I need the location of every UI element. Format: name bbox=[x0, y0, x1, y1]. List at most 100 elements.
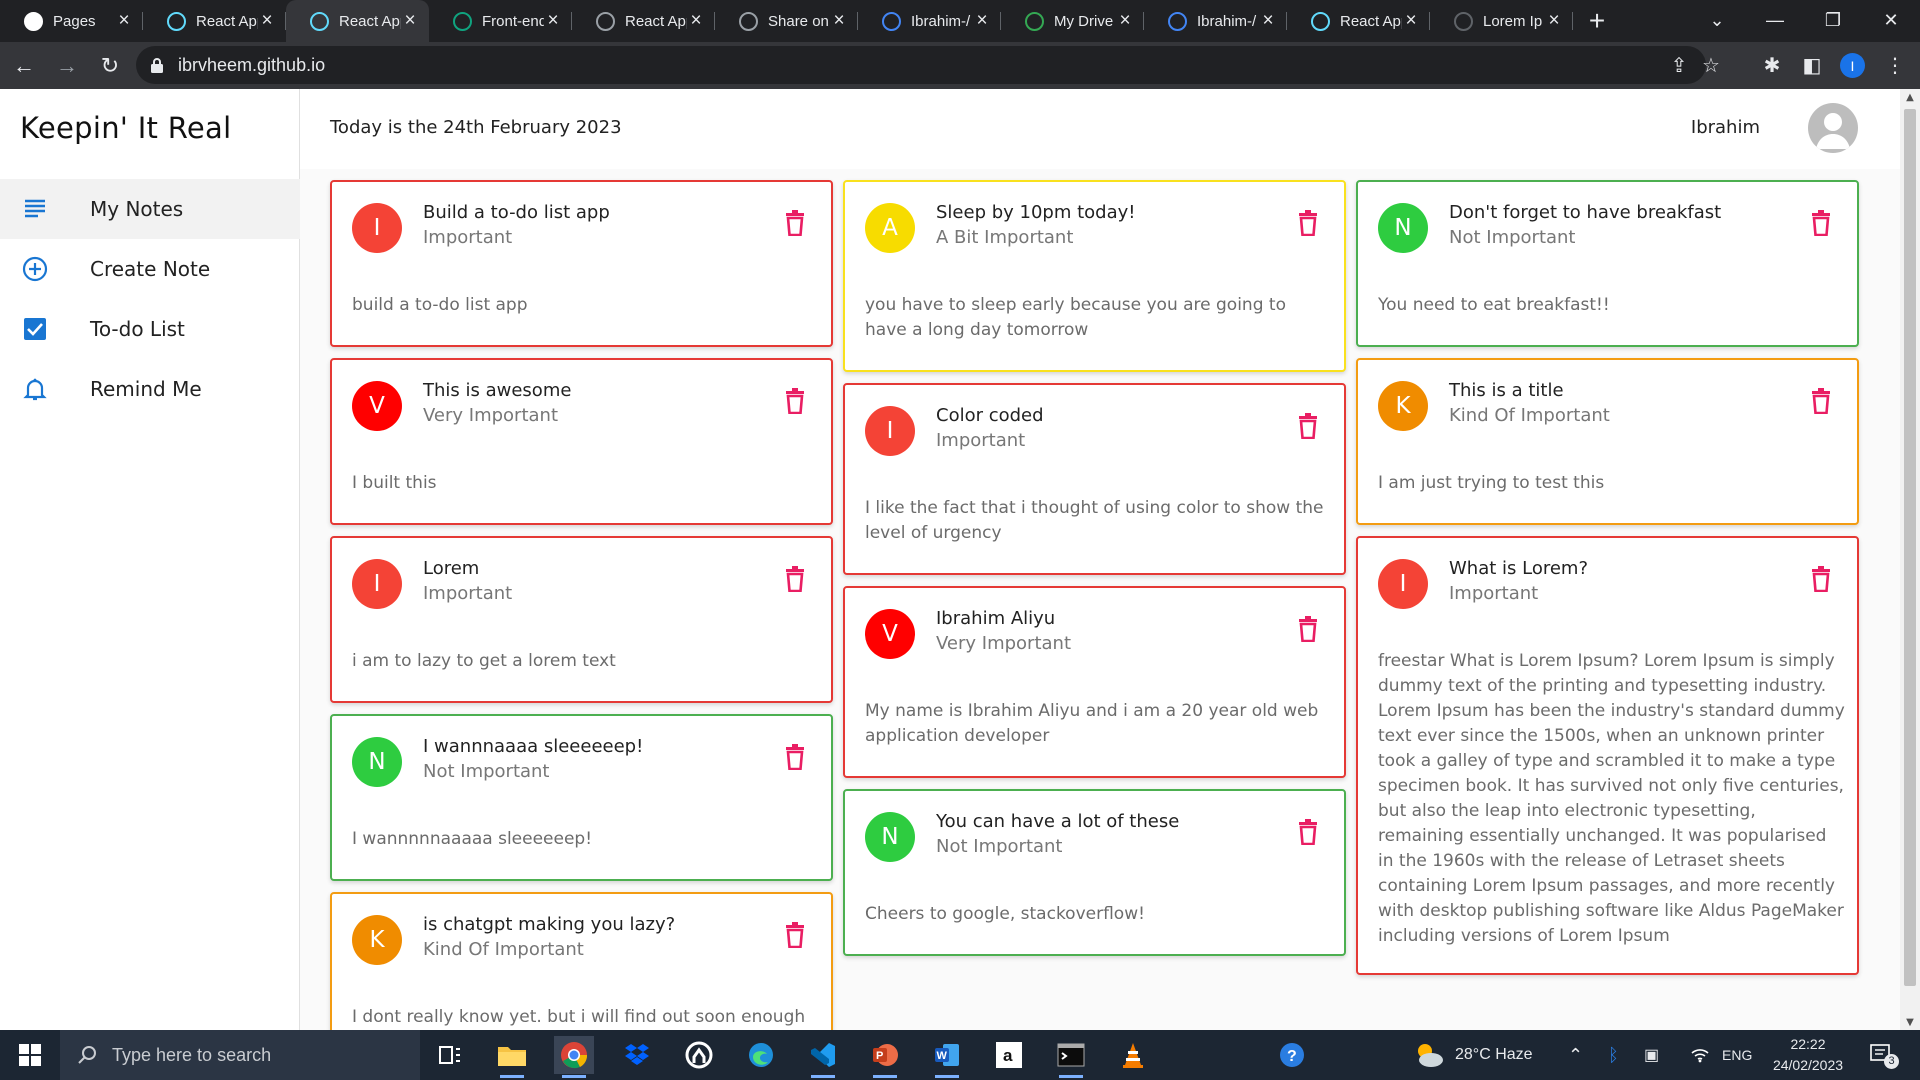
page-scrollbar[interactable]: ▲ ▼ bbox=[1900, 89, 1920, 1030]
note-card: V Ibrahim Aliyu Very Important My name is I… bbox=[843, 586, 1346, 778]
close-tab-icon[interactable]: × bbox=[1116, 10, 1134, 32]
terminal-icon[interactable] bbox=[1051, 1036, 1091, 1078]
clock-date: 24/02/2023 bbox=[1772, 1057, 1844, 1073]
weather-text: 28°C Haze bbox=[1455, 1046, 1533, 1063]
word-icon[interactable]: W bbox=[927, 1036, 967, 1078]
close-tab-icon[interactable]: × bbox=[1259, 10, 1277, 32]
bookmark-star-icon[interactable]: ☆ bbox=[1696, 50, 1726, 80]
delete-icon[interactable] bbox=[1297, 210, 1319, 237]
browser-tab[interactable]: Ibrahim-/× bbox=[858, 0, 1001, 42]
browser-tab[interactable]: Front-end × bbox=[429, 0, 572, 42]
clock[interactable]: 22:22 24/02/2023 bbox=[1766, 1034, 1850, 1076]
browser-tab[interactable]: My Drive × bbox=[1001, 0, 1144, 42]
language-indicator[interactable]: ENG bbox=[1722, 1030, 1752, 1080]
notes-list-icon bbox=[22, 196, 48, 222]
delete-icon[interactable] bbox=[784, 744, 806, 771]
delete-icon[interactable] bbox=[1297, 413, 1319, 440]
browser-tab[interactable]: React App× bbox=[286, 0, 429, 42]
close-tab-icon[interactable]: × bbox=[544, 10, 562, 32]
close-tab-icon[interactable]: × bbox=[401, 10, 419, 32]
github-desktop-icon[interactable] bbox=[679, 1036, 719, 1074]
new-tab-button[interactable]: + bbox=[1577, 0, 1617, 42]
note-body: i am to lazy to get a lorem text bbox=[352, 651, 616, 671]
note-urgency: Kind Of Important bbox=[423, 939, 584, 960]
start-button[interactable] bbox=[0, 1030, 60, 1080]
browser-tab[interactable]: Ibrahim-/× bbox=[1144, 0, 1287, 42]
close-tab-icon[interactable]: × bbox=[973, 10, 991, 32]
tab-search-icon[interactable]: ⌄ bbox=[1688, 0, 1746, 40]
delete-icon[interactable] bbox=[784, 210, 806, 237]
chrome-icon[interactable] bbox=[554, 1036, 594, 1078]
edge-icon[interactable] bbox=[741, 1036, 781, 1074]
delete-icon[interactable] bbox=[784, 922, 806, 949]
browser-tab[interactable]: React App× bbox=[1287, 0, 1430, 42]
note-avatar: I bbox=[1378, 559, 1428, 609]
nav-item-my-notes[interactable]: My Notes bbox=[0, 179, 300, 239]
close-tab-icon[interactable]: × bbox=[1545, 10, 1563, 32]
side-drawer: Keepin' It Real My Notes Create Note To-do… bbox=[0, 89, 300, 1030]
nav-item-remind-me[interactable]: Remind Me bbox=[0, 359, 300, 419]
close-window-button[interactable]: ✕ bbox=[1862, 0, 1920, 40]
reload-button[interactable]: ↻ bbox=[91, 47, 129, 85]
maximize-button[interactable]: ❐ bbox=[1804, 0, 1862, 40]
delete-icon[interactable] bbox=[1297, 819, 1319, 846]
vlc-icon[interactable] bbox=[1113, 1036, 1153, 1074]
close-tab-icon[interactable]: × bbox=[830, 10, 848, 32]
nav-item-label: Create Note bbox=[90, 257, 211, 281]
bluetooth-icon[interactable]: ᛒ bbox=[1608, 1030, 1619, 1080]
nav-item-create-note[interactable]: Create Note bbox=[0, 239, 300, 299]
close-tab-icon[interactable]: × bbox=[687, 10, 705, 32]
scroll-up-arrow[interactable]: ▲ bbox=[1900, 89, 1920, 105]
notification-center-icon[interactable]: 3 bbox=[1870, 1030, 1899, 1080]
note-avatar: I bbox=[352, 203, 402, 253]
share-icon[interactable]: ⇪ bbox=[1664, 50, 1694, 80]
note-title: I wannnaaaa sleeeeeep! bbox=[423, 736, 644, 757]
delete-icon[interactable] bbox=[1297, 616, 1319, 643]
help-icon[interactable]: ? bbox=[1272, 1036, 1312, 1074]
note-urgency: Very Important bbox=[423, 405, 558, 426]
browser-tab[interactable]: Share on × bbox=[715, 0, 858, 42]
docs-icon bbox=[1168, 11, 1187, 31]
close-tab-icon[interactable]: × bbox=[258, 10, 276, 32]
close-tab-icon[interactable]: × bbox=[115, 10, 133, 32]
vscode-icon[interactable] bbox=[803, 1036, 843, 1078]
delete-icon[interactable] bbox=[1810, 388, 1832, 415]
close-tab-icon[interactable]: × bbox=[1402, 10, 1420, 32]
user-name: Ibrahim bbox=[1690, 117, 1760, 138]
bell-icon bbox=[22, 376, 48, 402]
side-panel-icon[interactable]: ◧ bbox=[1797, 50, 1827, 80]
note-card: V This is awesome Very Important I built th… bbox=[330, 358, 833, 525]
browser-tab[interactable]: React App× bbox=[572, 0, 715, 42]
dropbox-icon[interactable] bbox=[617, 1036, 657, 1074]
browser-tab[interactable]: React App× bbox=[143, 0, 286, 42]
note-avatar: K bbox=[1378, 381, 1428, 431]
delete-icon[interactable] bbox=[784, 566, 806, 593]
amazon-icon[interactable]: a bbox=[989, 1036, 1029, 1074]
forward-button[interactable]: → bbox=[48, 47, 86, 85]
scroll-down-arrow[interactable]: ▼ bbox=[1900, 1014, 1920, 1030]
powerpoint-icon[interactable]: P bbox=[865, 1036, 905, 1078]
file-explorer-icon[interactable] bbox=[492, 1036, 532, 1078]
delete-icon[interactable] bbox=[1810, 566, 1832, 593]
back-button[interactable]: ← bbox=[5, 47, 43, 85]
browser-tab[interactable]: Pages × bbox=[0, 0, 143, 42]
tray-overflow-chevron-icon[interactable]: ⌃ bbox=[1568, 1030, 1583, 1080]
wifi-icon[interactable] bbox=[1690, 1030, 1710, 1080]
tab-title: Front-end bbox=[482, 12, 544, 30]
weather-widget[interactable]: 28°C Haze bbox=[1413, 1030, 1533, 1080]
nav-item-to-do-list[interactable]: To-do List bbox=[0, 299, 300, 359]
delete-icon[interactable] bbox=[1810, 210, 1832, 237]
profile-avatar[interactable]: I bbox=[1840, 53, 1865, 78]
minimize-button[interactable]: — bbox=[1746, 0, 1804, 40]
address-bar[interactable]: ibrvheem.github.io ⇪ ☆ bbox=[136, 46, 1720, 84]
drive-icon bbox=[1025, 11, 1044, 31]
browser-tab[interactable]: Lorem Ip × bbox=[1430, 0, 1573, 42]
screen-icon[interactable]: ▣ bbox=[1644, 1030, 1659, 1080]
delete-icon[interactable] bbox=[784, 388, 806, 415]
menu-kebab-icon[interactable]: ⋮ bbox=[1880, 50, 1910, 80]
taskbar-search-box[interactable]: Type here to search bbox=[60, 1030, 420, 1080]
scroll-thumb[interactable] bbox=[1904, 109, 1916, 986]
user-avatar[interactable] bbox=[1808, 103, 1858, 153]
task-view-icon[interactable] bbox=[430, 1036, 470, 1074]
extensions-icon[interactable]: ✱ bbox=[1757, 50, 1787, 80]
